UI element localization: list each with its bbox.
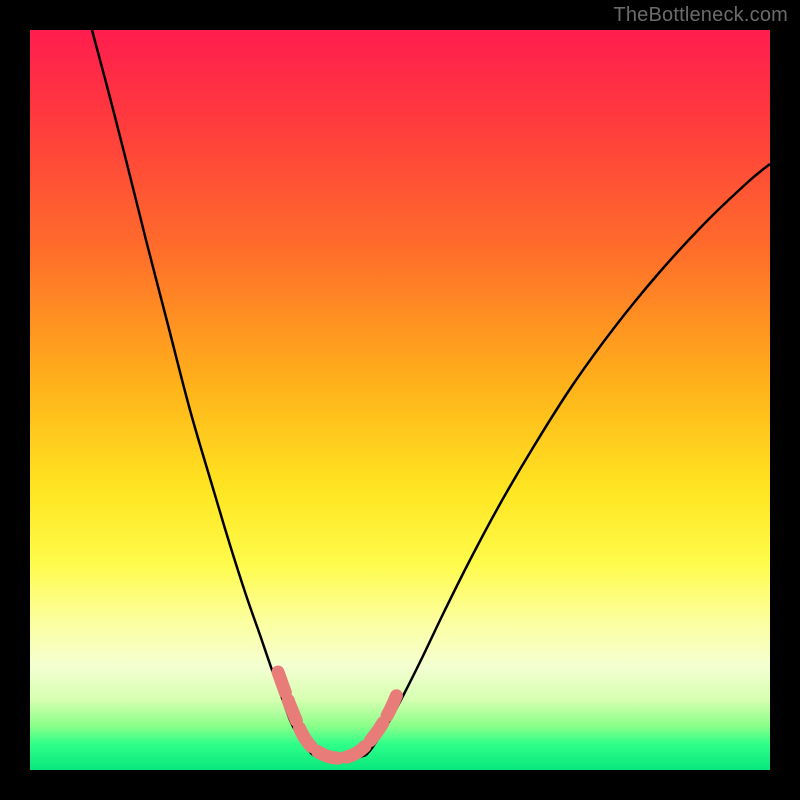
series-curve-left xyxy=(92,30,313,755)
watermark-text: TheBottleneck.com xyxy=(613,4,788,27)
chart-overlay xyxy=(30,30,770,770)
series-curve-right xyxy=(366,164,770,755)
chart-stage: TheBottleneck.com xyxy=(0,0,800,800)
plot-area xyxy=(30,30,770,770)
series-marker-strip xyxy=(278,672,398,758)
